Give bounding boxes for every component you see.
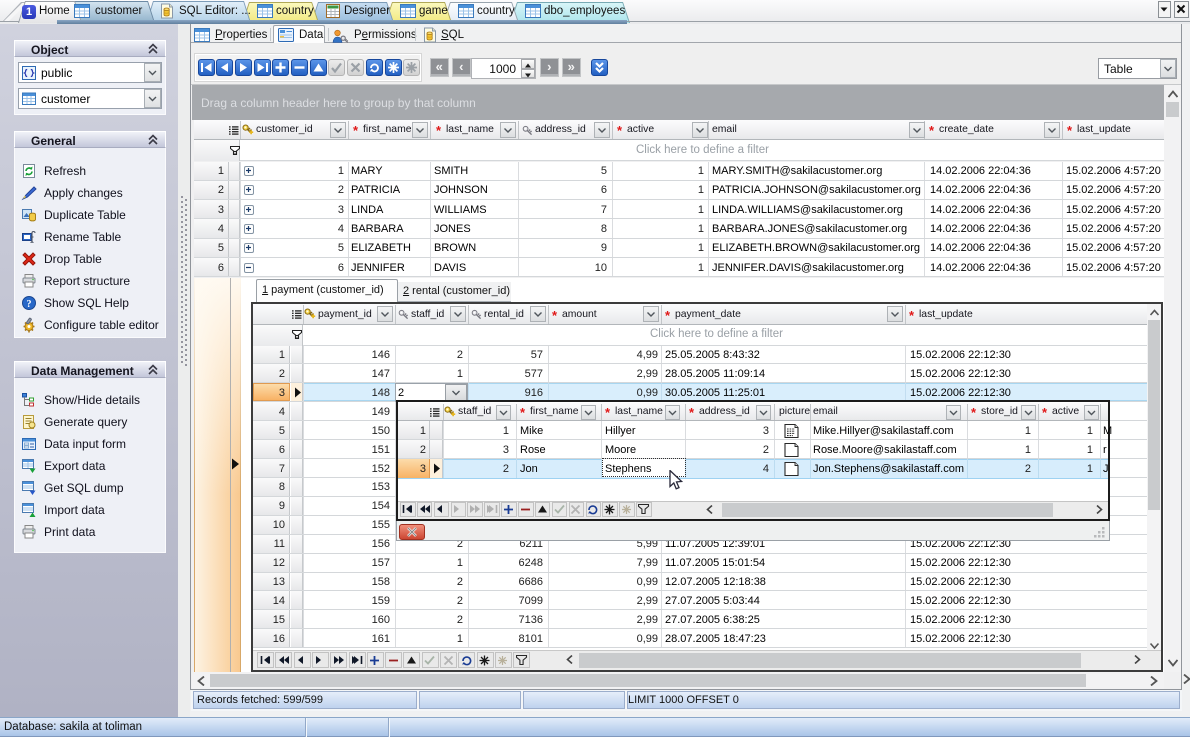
svg-text:?: ? bbox=[27, 299, 32, 310]
